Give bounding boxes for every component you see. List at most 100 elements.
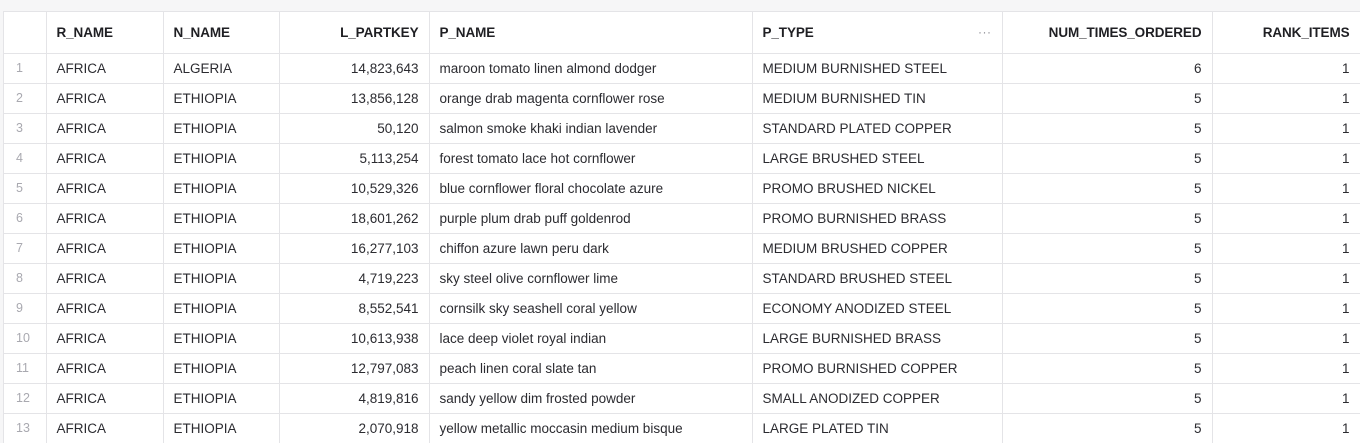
cell-p-type[interactable]: MEDIUM BURNISHED STEEL	[752, 53, 1003, 84]
cell-num-times-ordered[interactable]: 5	[1002, 173, 1213, 204]
cell-num-times-ordered[interactable]: 5	[1002, 323, 1213, 354]
cell-l-partkey[interactable]: 4,819,816	[279, 383, 430, 414]
cell-num-times-ordered[interactable]: 5	[1002, 113, 1213, 144]
cell-rank-items[interactable]: 1	[1212, 383, 1360, 414]
cell-rank-items[interactable]: 1	[1212, 233, 1360, 264]
cell-rank-items[interactable]: 1	[1212, 203, 1360, 234]
column-header-p-name[interactable]: P_NAME	[429, 12, 753, 54]
table-row[interactable]: 8 AFRICA ETHIOPIA 4,719,223 sky steel olive …	[4, 263, 1360, 294]
cell-num-times-ordered[interactable]: 5	[1002, 413, 1213, 443]
more-horizontal-icon[interactable]: ···	[978, 25, 992, 39]
cell-num-times-ordered[interactable]: 5	[1002, 383, 1213, 414]
cell-n-name[interactable]: ETHIOPIA	[163, 173, 280, 204]
cell-p-name[interactable]: lace deep violet royal indian	[429, 323, 753, 354]
cell-r-name[interactable]: AFRICA	[46, 383, 164, 414]
cell-num-times-ordered[interactable]: 5	[1002, 353, 1213, 384]
results-table-container[interactable]: R_NAME N_NAME L_PARTKEY P_NAME P_TYPE ··…	[3, 11, 1360, 443]
table-row[interactable]: 10 AFRICA ETHIOPIA 10,613,938 lace deep viol…	[4, 323, 1360, 354]
cell-p-name[interactable]: orange drab magenta cornflower rose	[429, 83, 753, 114]
column-header-rank-items[interactable]: RANK_ITEMS	[1212, 12, 1360, 54]
cell-r-name[interactable]: AFRICA	[46, 233, 164, 264]
cell-rank-items[interactable]: 1	[1212, 113, 1360, 144]
column-header-l-partkey[interactable]: L_PARTKEY	[279, 12, 430, 54]
cell-l-partkey[interactable]: 12,797,083	[279, 353, 430, 384]
cell-p-name[interactable]: chiffon azure lawn peru dark	[429, 233, 753, 264]
cell-l-partkey[interactable]: 14,823,643	[279, 53, 430, 84]
cell-rank-items[interactable]: 1	[1212, 293, 1360, 324]
cell-n-name[interactable]: ETHIOPIA	[163, 323, 280, 354]
column-header-num-times-ordered[interactable]: NUM_TIMES_ORDERED	[1002, 12, 1213, 54]
table-row[interactable]: 3 AFRICA ETHIOPIA 50,120 salmon smoke khaki …	[4, 113, 1360, 144]
cell-l-partkey[interactable]: 10,529,326	[279, 173, 430, 204]
cell-p-type[interactable]: PROMO BURNISHED COPPER	[752, 353, 1003, 384]
cell-l-partkey[interactable]: 4,719,223	[279, 263, 430, 294]
cell-n-name[interactable]: ETHIOPIA	[163, 233, 280, 264]
cell-r-name[interactable]: AFRICA	[46, 323, 164, 354]
cell-n-name[interactable]: ETHIOPIA	[163, 353, 280, 384]
cell-p-type[interactable]: MEDIUM BRUSHED COPPER	[752, 233, 1003, 264]
cell-n-name[interactable]: ETHIOPIA	[163, 293, 280, 324]
cell-p-type[interactable]: SMALL ANODIZED COPPER	[752, 383, 1003, 414]
cell-l-partkey[interactable]: 18,601,262	[279, 203, 430, 234]
cell-num-times-ordered[interactable]: 5	[1002, 263, 1213, 294]
cell-rank-items[interactable]: 1	[1212, 83, 1360, 114]
table-row[interactable]: 1 AFRICA ALGERIA 14,823,643 maroon tomato li…	[4, 53, 1360, 84]
cell-n-name[interactable]: ALGERIA	[163, 53, 280, 84]
cell-p-type[interactable]: LARGE BURNISHED BRASS	[752, 323, 1003, 354]
cell-n-name[interactable]: ETHIOPIA	[163, 413, 280, 443]
cell-rank-items[interactable]: 1	[1212, 53, 1360, 84]
cell-l-partkey[interactable]: 8,552,541	[279, 293, 430, 324]
table-row[interactable]: 5 AFRICA ETHIOPIA 10,529,326 blue cornflower…	[4, 173, 1360, 204]
cell-num-times-ordered[interactable]: 5	[1002, 233, 1213, 264]
cell-n-name[interactable]: ETHIOPIA	[163, 143, 280, 174]
column-header-n-name[interactable]: N_NAME	[163, 12, 280, 54]
table-row[interactable]: 2 AFRICA ETHIOPIA 13,856,128 orange drab mag…	[4, 83, 1360, 114]
cell-l-partkey[interactable]: 10,613,938	[279, 323, 430, 354]
cell-p-name[interactable]: maroon tomato linen almond dodger	[429, 53, 753, 84]
table-row[interactable]: 6 AFRICA ETHIOPIA 18,601,262 purple plum dra…	[4, 203, 1360, 234]
cell-p-name[interactable]: salmon smoke khaki indian lavender	[429, 113, 753, 144]
cell-r-name[interactable]: AFRICA	[46, 413, 164, 443]
cell-rank-items[interactable]: 1	[1212, 413, 1360, 443]
cell-r-name[interactable]: AFRICA	[46, 293, 164, 324]
cell-p-type[interactable]: STANDARD PLATED COPPER	[752, 113, 1003, 144]
cell-p-type[interactable]: ECONOMY ANODIZED STEEL	[752, 293, 1003, 324]
cell-num-times-ordered[interactable]: 5	[1002, 203, 1213, 234]
cell-num-times-ordered[interactable]: 6	[1002, 53, 1213, 84]
cell-p-name[interactable]: yellow metallic moccasin medium bisque	[429, 413, 753, 443]
cell-p-name[interactable]: purple plum drab puff goldenrod	[429, 203, 753, 234]
cell-r-name[interactable]: AFRICA	[46, 83, 164, 114]
cell-r-name[interactable]: AFRICA	[46, 353, 164, 384]
cell-l-partkey[interactable]: 50,120	[279, 113, 430, 144]
cell-rank-items[interactable]: 1	[1212, 173, 1360, 204]
table-row[interactable]: 12 AFRICA ETHIOPIA 4,819,816 sandy yellow di…	[4, 383, 1360, 414]
cell-n-name[interactable]: ETHIOPIA	[163, 83, 280, 114]
cell-rank-items[interactable]: 1	[1212, 143, 1360, 174]
table-row[interactable]: 9 AFRICA ETHIOPIA 8,552,541 cornsilk sky sea…	[4, 293, 1360, 324]
cell-l-partkey[interactable]: 2,070,918	[279, 413, 430, 443]
cell-num-times-ordered[interactable]: 5	[1002, 143, 1213, 174]
cell-l-partkey[interactable]: 13,856,128	[279, 83, 430, 114]
cell-p-type[interactable]: MEDIUM BURNISHED TIN	[752, 83, 1003, 114]
cell-r-name[interactable]: AFRICA	[46, 173, 164, 204]
cell-p-type[interactable]: STANDARD BRUSHED STEEL	[752, 263, 1003, 294]
cell-n-name[interactable]: ETHIOPIA	[163, 383, 280, 414]
cell-p-type[interactable]: LARGE BRUSHED STEEL	[752, 143, 1003, 174]
table-row[interactable]: 13 AFRICA ETHIOPIA 2,070,918 yellow metallic…	[4, 413, 1360, 443]
cell-r-name[interactable]: AFRICA	[46, 263, 164, 294]
cell-p-type[interactable]: PROMO BURNISHED BRASS	[752, 203, 1003, 234]
column-header-p-type[interactable]: P_TYPE ···	[752, 12, 1003, 54]
cell-rank-items[interactable]: 1	[1212, 263, 1360, 294]
cell-num-times-ordered[interactable]: 5	[1002, 293, 1213, 324]
cell-p-name[interactable]: peach linen coral slate tan	[429, 353, 753, 384]
cell-r-name[interactable]: AFRICA	[46, 53, 164, 84]
cell-l-partkey[interactable]: 5,113,254	[279, 143, 430, 174]
table-row[interactable]: 4 AFRICA ETHIOPIA 5,113,254 forest tomato la…	[4, 143, 1360, 174]
column-header-r-name[interactable]: R_NAME	[46, 12, 164, 54]
cell-n-name[interactable]: ETHIOPIA	[163, 263, 280, 294]
table-row[interactable]: 11 AFRICA ETHIOPIA 12,797,083 peach linen co…	[4, 353, 1360, 384]
cell-rank-items[interactable]: 1	[1212, 323, 1360, 354]
cell-p-name[interactable]: forest tomato lace hot cornflower	[429, 143, 753, 174]
cell-r-name[interactable]: AFRICA	[46, 203, 164, 234]
cell-r-name[interactable]: AFRICA	[46, 113, 164, 144]
